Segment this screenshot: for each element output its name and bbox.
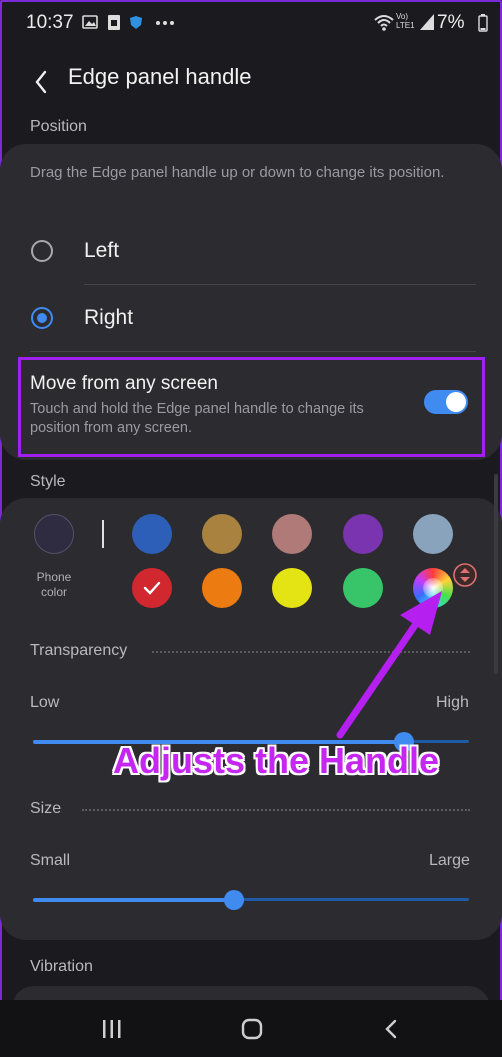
more-icon (156, 21, 174, 25)
toggle-knob (446, 392, 466, 412)
recents-icon[interactable] (100, 1018, 124, 1040)
home-icon[interactable] (240, 1017, 264, 1041)
app-header: Edge panel handle (0, 50, 502, 106)
battery-percent: 7% (437, 12, 465, 33)
phone-color-swatch[interactable] (34, 514, 74, 554)
network-label: Vo) LTE1 (396, 12, 415, 30)
color-swatch-purple[interactable] (343, 514, 383, 554)
adjust-arrows-icon (453, 563, 477, 587)
size-label: Size (30, 800, 62, 817)
color-swatch-gold[interactable] (202, 514, 242, 554)
sim-icon (108, 15, 120, 30)
status-bar: 10:37 Vo) LTE1 7% (0, 0, 502, 46)
transparency-low-label: Low (30, 694, 60, 711)
size-large-label: Large (429, 852, 470, 869)
color-swatch-red[interactable] (132, 568, 172, 608)
color-separator (102, 520, 104, 548)
check-icon (143, 581, 161, 595)
move-any-screen-title: Move from any screen (30, 373, 218, 394)
page-title: Edge panel handle (68, 64, 252, 89)
position-section-label: Position (30, 118, 87, 135)
scrollbar[interactable] (494, 474, 498, 674)
slider-fill (33, 898, 234, 902)
color-swatch-gray-blue[interactable] (413, 514, 453, 554)
radio-right[interactable] (31, 307, 53, 329)
battery-icon (478, 14, 488, 32)
signal-icon (420, 14, 434, 30)
radio-left[interactable] (31, 240, 53, 262)
size-dotted-line (82, 809, 470, 811)
color-swatch-yellow[interactable] (272, 568, 312, 608)
size-small-label: Small (30, 852, 71, 869)
shield-icon (130, 16, 142, 29)
phone-color-label: Phone color (36, 570, 72, 599)
transparency-label: Transparency (30, 642, 128, 659)
navigation-bar (0, 1000, 502, 1057)
move-any-screen-toggle[interactable] (424, 390, 468, 414)
option-right-label: Right (84, 306, 134, 329)
back-arrow-icon[interactable] (30, 58, 54, 98)
move-any-screen-description: Touch and hold the Edge panel handle to … (30, 401, 364, 436)
position-description: Drag the Edge panel handle up or down to… (30, 164, 445, 181)
status-time: 10:37 (26, 12, 74, 33)
slider-thumb[interactable] (224, 890, 244, 910)
nav-back-icon[interactable] (380, 1017, 404, 1041)
image-icon (82, 15, 98, 29)
move-any-screen-row[interactable]: Move from any screen Touch and hold the … (21, 360, 482, 454)
annotation-text: Adjusts the Handle (113, 740, 440, 781)
color-swatch-blue[interactable] (132, 514, 172, 554)
color-swatch-orange[interactable] (202, 568, 242, 608)
option-left[interactable]: Left (0, 218, 502, 284)
vibration-section-label: Vibration (30, 958, 93, 975)
divider (30, 351, 476, 352)
option-left-label: Left (84, 239, 120, 262)
wifi-icon (374, 15, 394, 31)
style-section-label: Style (30, 473, 66, 490)
annotation-arrow-icon (336, 591, 442, 739)
option-right[interactable]: Right (0, 285, 502, 351)
color-swatch-rose[interactable] (272, 514, 312, 554)
size-slider[interactable] (33, 890, 469, 910)
